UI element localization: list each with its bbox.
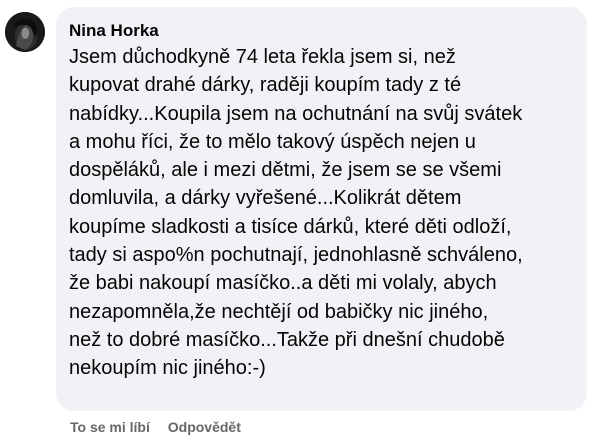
- comment-text-line: koupíme sladkosti a tisíce dárků, které …: [69, 215, 512, 238]
- comment-text-line: nezapomněla,že nechtějí od babičky nic j…: [69, 300, 489, 323]
- reply-button[interactable]: Odpovědět: [168, 418, 241, 436]
- comment-text-line: Jsem důchodkyně 74 leta řekla jsem si, n…: [69, 46, 456, 68]
- comment-bubble: Nina Horka Jsem důchodkyně 74 leta řekla…: [56, 7, 587, 411]
- comment-text: Jsem důchodkyně 74 leta řekla jsem si, n…: [69, 43, 573, 383]
- comment-text-line: tady si aspo%n pochutnají, jednohlasně s…: [69, 244, 523, 267]
- like-button[interactable]: To se mi líbí: [70, 418, 150, 436]
- avatar-photo-icon: [5, 12, 45, 52]
- comment-text-line: než to dobré masíčko...Takže při dnešní …: [69, 328, 505, 351]
- comment-text-line: kupovat drahé dárky, raději koupím tady …: [69, 74, 462, 97]
- comment-text-line: a mohu říci, že to mělo takový úspěch ne…: [69, 130, 476, 153]
- comment-text-line: domluvila, a dárky vyřešené...Kolikrát d…: [69, 187, 462, 210]
- comment-actions: To se mi líbí Odpovědět: [70, 418, 241, 436]
- comment-text-line: nabídky...Koupila jsem na ochutnání na s…: [69, 102, 523, 125]
- comment-text-line: že babi nakoupí masíčko..a děti mi volal…: [69, 272, 497, 295]
- avatar[interactable]: [5, 12, 45, 52]
- comment-text-line: dospěláků, ale i mezi dětmi, že jsem se …: [69, 159, 502, 182]
- comment-text-line: nekoupím nic jiného:-): [69, 357, 266, 380]
- comment-author[interactable]: Nina Horka: [69, 20, 573, 42]
